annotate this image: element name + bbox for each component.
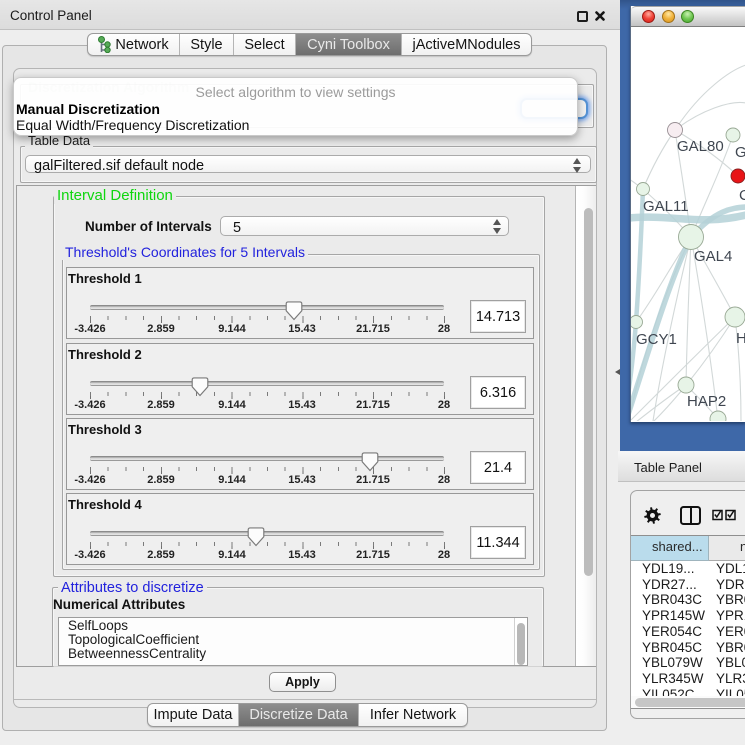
svg-text:GAL11: GAL11 <box>643 198 689 215</box>
svg-text:C: C <box>739 187 745 204</box>
svg-text:HAP2: HAP2 <box>687 393 726 410</box>
svg-text:GAL80: GAL80 <box>677 138 724 155</box>
svg-text:GA: GA <box>735 144 745 161</box>
svg-text:GAL4: GAL4 <box>694 248 732 265</box>
svg-text:H: H <box>736 330 745 347</box>
svg-text:GCY1: GCY1 <box>636 331 677 348</box>
